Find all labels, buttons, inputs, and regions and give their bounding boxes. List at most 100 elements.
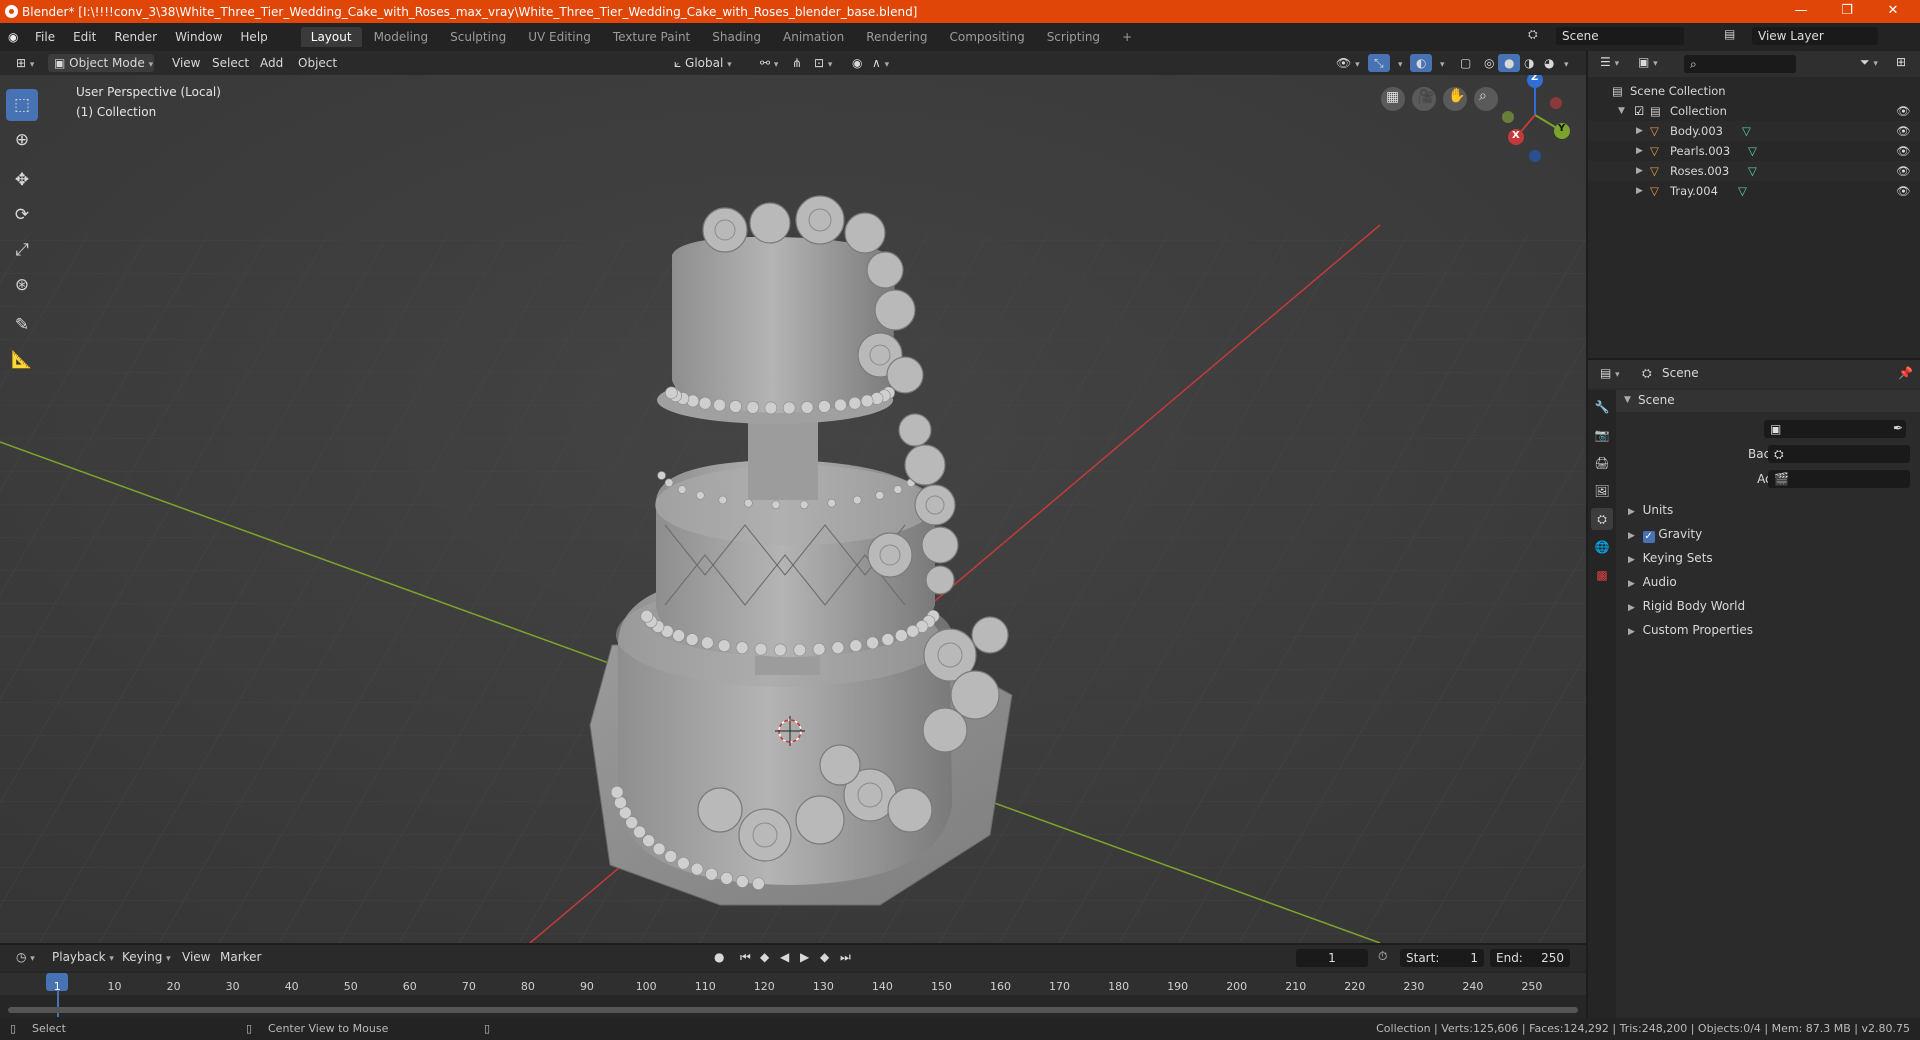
- start-frame-field[interactable]: Start: 1: [1400, 949, 1484, 967]
- menu-add[interactable]: Add: [254, 54, 289, 72]
- expand-icon[interactable]: ▶: [1636, 121, 1643, 141]
- menu-select[interactable]: Select: [206, 54, 255, 72]
- eye-icon[interactable]: 👁: [1896, 181, 1911, 201]
- tab-shading[interactable]: Shading: [702, 27, 771, 47]
- menu-help[interactable]: Help: [231, 30, 276, 44]
- filter-icon[interactable]: ⏷ ▾: [1860, 55, 1878, 70]
- outliner-search-input[interactable]: ⌕: [1684, 55, 1796, 73]
- next-keyframe-icon[interactable]: ◆: [814, 948, 835, 966]
- menu-playback[interactable]: Playback ▾: [46, 948, 120, 966]
- timeline-scrollbar[interactable]: [8, 1007, 1578, 1013]
- rotate-tool-icon[interactable]: ⟳: [6, 199, 38, 231]
- eye-icon[interactable]: 👁: [1896, 161, 1911, 181]
- mode-selector[interactable]: ▣ Object Mode ▾: [48, 54, 154, 72]
- audio-section[interactable]: ▶ Audio: [1628, 572, 1677, 592]
- scale-tool-icon[interactable]: ⤢: [6, 234, 38, 266]
- transform-orientation-selector[interactable]: ⟀ Global ▾: [668, 54, 746, 72]
- menu-marker[interactable]: Marker: [214, 948, 267, 966]
- eye-icon[interactable]: 👁: [1896, 101, 1911, 121]
- annotate-tool-icon[interactable]: ✎: [6, 309, 38, 341]
- expand-icon[interactable]: ▶: [1636, 181, 1643, 201]
- tab-layout[interactable]: Layout: [300, 27, 362, 47]
- tab-uv-editing[interactable]: UV Editing: [518, 27, 601, 47]
- camera-view-icon[interactable]: 🎥: [1417, 89, 1434, 105]
- units-section[interactable]: ▶ Units: [1628, 500, 1673, 520]
- outliner-editor-icon[interactable]: ☰ ▾: [1600, 55, 1619, 69]
- add-workspace-button[interactable]: +: [1112, 27, 1142, 47]
- scene-tab-icon[interactable]: ⛭: [1591, 508, 1613, 530]
- maximize-button[interactable]: ❐: [1824, 0, 1870, 23]
- 3d-viewport[interactable]: User Perspective (Local) (1) Collection …: [0, 75, 1586, 943]
- scene-panel-header[interactable]: ▼ Scene: [1616, 390, 1920, 412]
- properties-editor-icon[interactable]: ▤ ▾: [1600, 366, 1620, 380]
- background-scene-field[interactable]: ⛭: [1768, 445, 1910, 463]
- gizmo-x-label[interactable]: X: [1512, 130, 1520, 141]
- keying-sets-section[interactable]: ▶ Keying Sets: [1628, 548, 1713, 568]
- expand-icon[interactable]: ▶: [1636, 161, 1643, 181]
- close-button[interactable]: ✕: [1870, 0, 1916, 23]
- scene-selector[interactable]: Scene: [1556, 27, 1684, 45]
- expand-icon[interactable]: ▶: [1628, 603, 1635, 613]
- timeline-editor-icon[interactable]: ◷ ▾: [10, 948, 41, 966]
- outliner-row-scene-collection[interactable]: ▤ Scene Collection: [1588, 81, 1920, 101]
- end-frame-field[interactable]: End: 250: [1490, 949, 1570, 967]
- expand-icon[interactable]: ▶: [1628, 531, 1635, 541]
- tab-compositing[interactable]: Compositing: [939, 27, 1034, 47]
- collapse-icon[interactable]: ▼: [1624, 395, 1631, 405]
- overlay-toggle-icon[interactable]: ◐: [1410, 54, 1433, 72]
- menu-view[interactable]: View: [176, 948, 216, 966]
- prev-keyframe-icon[interactable]: ◆: [754, 948, 775, 966]
- active-movie-clip-field[interactable]: 🎬: [1768, 470, 1910, 488]
- view-layer-tab-icon[interactable]: 🖼: [1591, 480, 1613, 502]
- blender-menu-icon[interactable]: ◉: [0, 30, 26, 44]
- collection-checkbox-icon[interactable]: ☑: [1634, 101, 1644, 121]
- view-layer-selector[interactable]: View Layer: [1752, 27, 1878, 45]
- tab-sculpting[interactable]: Sculpting: [440, 27, 516, 47]
- tab-texture-paint[interactable]: Texture Paint: [603, 27, 700, 47]
- gravity-checkbox[interactable]: ✓: [1642, 531, 1655, 543]
- expand-icon[interactable]: ▶: [1628, 507, 1635, 517]
- transform-tool-icon[interactable]: ⊛: [6, 269, 38, 301]
- editor-type-icon[interactable]: ⊞ ▾: [10, 54, 40, 72]
- gizmo-toggle-icon[interactable]: ⤡: [1368, 54, 1390, 72]
- select-box-icon[interactable]: ⬚: [6, 89, 38, 121]
- menu-object[interactable]: Object: [292, 54, 343, 72]
- menu-view[interactable]: View: [166, 54, 206, 72]
- outliner-row-object[interactable]: ▶ ▽ Tray.004 ▽ 👁: [1588, 181, 1920, 201]
- overlay-dropdown-icon[interactable]: ▾: [1434, 54, 1451, 72]
- expand-icon[interactable]: ▶: [1628, 627, 1635, 637]
- tab-animation[interactable]: Animation: [773, 27, 854, 47]
- pan-hand-icon[interactable]: ✋: [1448, 88, 1465, 104]
- zoom-icon[interactable]: ⌕: [1479, 88, 1487, 104]
- toggle-camera-grid-icon[interactable]: ▦: [1386, 89, 1399, 105]
- menu-window[interactable]: Window: [166, 30, 231, 44]
- tab-scripting[interactable]: Scripting: [1037, 27, 1110, 47]
- outliner-row-collection[interactable]: ▼ ☑ ▤ Collection 👁: [1588, 101, 1920, 121]
- menu-edit[interactable]: Edit: [64, 30, 105, 44]
- expand-icon[interactable]: ▶: [1628, 579, 1635, 589]
- eye-icon[interactable]: 👁: [1896, 141, 1911, 161]
- pin-icon[interactable]: 📌: [1898, 366, 1913, 380]
- gizmo-dropdown-icon[interactable]: ▾: [1392, 54, 1409, 72]
- expand-icon[interactable]: ▶: [1636, 141, 1643, 161]
- new-collection-icon[interactable]: ⊞: [1896, 55, 1906, 69]
- tool-tab-icon[interactable]: 🔧: [1591, 396, 1613, 418]
- outliner-row-object[interactable]: ▶ ▽ Roses.003 ▽ 👁: [1588, 161, 1920, 181]
- display-mode-icon[interactable]: ▣ ▾: [1638, 55, 1658, 69]
- play-reverse-icon[interactable]: ◀: [774, 948, 795, 966]
- world-tab-icon[interactable]: 🌐: [1591, 536, 1613, 558]
- gizmo-y-label[interactable]: Y: [1558, 123, 1565, 134]
- move-tool-icon[interactable]: ✥: [6, 164, 38, 196]
- play-icon[interactable]: ▶: [794, 948, 815, 966]
- custom-properties-section[interactable]: ▶ Custom Properties: [1628, 620, 1753, 640]
- eye-icon[interactable]: 👁: [1896, 121, 1911, 141]
- output-tab-icon[interactable]: 🖨: [1591, 452, 1613, 474]
- menu-keying[interactable]: Keying ▾: [116, 948, 177, 966]
- camera-field[interactable]: ▣: [1764, 420, 1906, 438]
- menu-file[interactable]: File: [26, 30, 64, 44]
- gizmo-z-label[interactable]: Z: [1531, 75, 1538, 83]
- cursor-tool-icon[interactable]: ⊕: [6, 124, 38, 156]
- snap-icon[interactable]: ⋔: [786, 54, 808, 72]
- snap-target-icon[interactable]: ⊡ ▾: [808, 54, 838, 72]
- xray-icon[interactable]: ▢: [1454, 54, 1477, 72]
